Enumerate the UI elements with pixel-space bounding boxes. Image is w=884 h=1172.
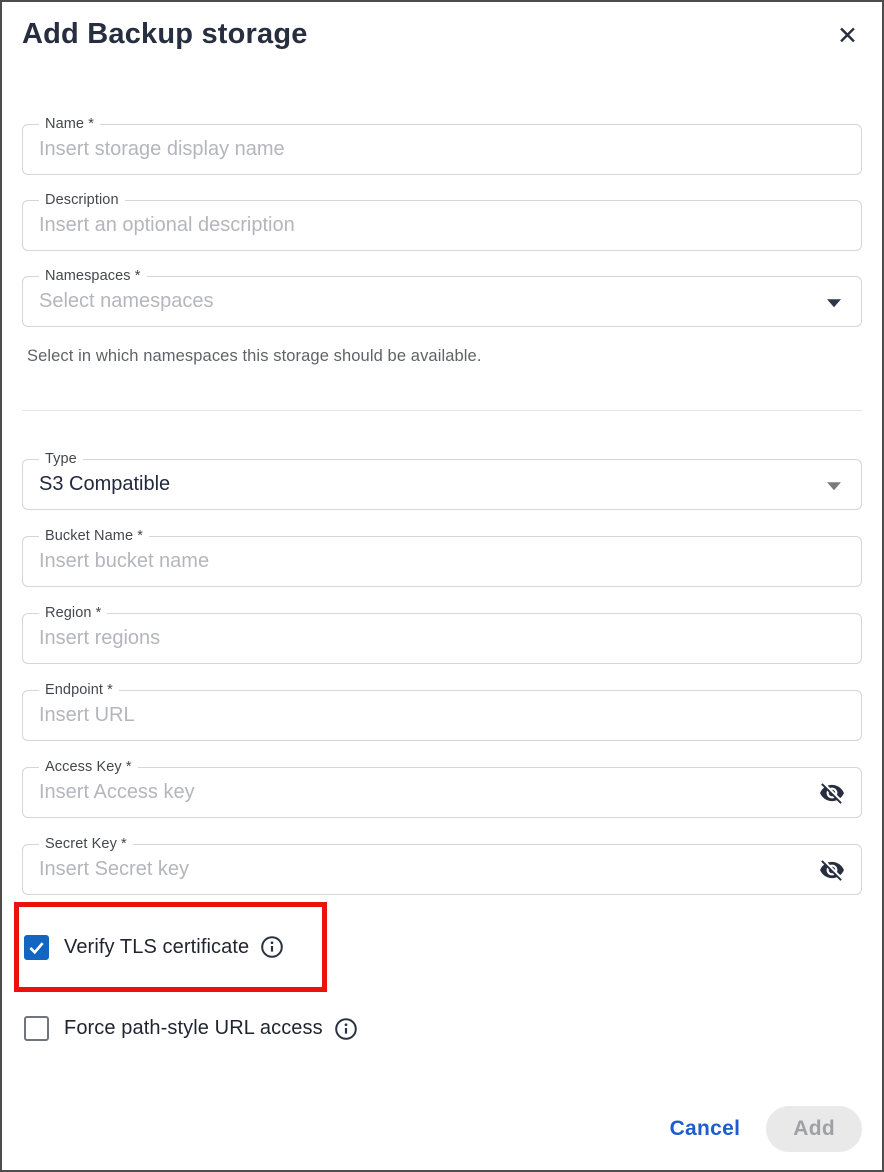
info-icon[interactable]: [334, 1017, 358, 1041]
secret-key-field: Secret Key *: [22, 844, 862, 895]
chevron-down-icon[interactable]: [827, 482, 841, 490]
verify-tls-label: Verify TLS certificate: [64, 936, 249, 959]
force-path-style-row[interactable]: Force path-style URL access: [24, 1016, 882, 1041]
endpoint-label: Endpoint *: [39, 682, 119, 698]
info-icon[interactable]: [260, 935, 284, 959]
access-key-input[interactable]: [23, 768, 861, 817]
name-field: Name *: [22, 124, 862, 175]
dialog-title: Add Backup storage: [22, 18, 308, 51]
access-key-field: Access Key *: [22, 767, 862, 818]
backup-storage-form: Name * Description Namespaces * Select i…: [2, 124, 882, 895]
endpoint-input[interactable]: [23, 691, 861, 740]
dialog-actions: Cancel Add: [670, 1106, 862, 1152]
type-field: Type: [22, 459, 862, 510]
region-label: Region *: [39, 605, 107, 621]
close-icon[interactable]: ✕: [833, 18, 862, 55]
secret-key-input[interactable]: [23, 845, 861, 894]
bucket-name-label: Bucket Name *: [39, 528, 149, 544]
type-label: Type: [39, 451, 83, 467]
section-divider: [22, 410, 862, 411]
eye-off-icon[interactable]: [817, 778, 847, 808]
access-key-label: Access Key *: [39, 759, 138, 775]
add-backup-storage-dialog: Add Backup storage ✕ Name * Description …: [0, 0, 884, 1172]
force-path-style-checkbox[interactable]: [24, 1016, 49, 1041]
name-input[interactable]: [23, 125, 861, 174]
dialog-header: Add Backup storage ✕: [2, 2, 882, 60]
bucket-name-field: Bucket Name *: [22, 536, 862, 587]
namespaces-label: Namespaces *: [39, 268, 147, 284]
type-select[interactable]: [23, 460, 861, 509]
chevron-down-icon[interactable]: [827, 299, 841, 307]
verify-tls-row[interactable]: Verify TLS certificate: [24, 935, 284, 960]
force-path-style-label: Force path-style URL access: [64, 1017, 323, 1040]
description-input[interactable]: [23, 201, 861, 250]
namespaces-helper-text: Select in which namespaces this storage …: [27, 347, 862, 366]
add-button[interactable]: Add: [766, 1106, 862, 1152]
highlight-annotation: Verify TLS certificate: [14, 902, 327, 992]
namespaces-select[interactable]: [23, 277, 861, 326]
bucket-name-input[interactable]: [23, 537, 861, 586]
description-label: Description: [39, 192, 125, 208]
namespaces-field: Namespaces *: [22, 276, 862, 327]
region-input[interactable]: [23, 614, 861, 663]
name-label: Name *: [39, 116, 100, 132]
endpoint-field: Endpoint *: [22, 690, 862, 741]
region-field: Region *: [22, 613, 862, 664]
description-field: Description: [22, 200, 862, 251]
verify-tls-checkbox[interactable]: [24, 935, 49, 960]
secret-key-label: Secret Key *: [39, 836, 133, 852]
cancel-button[interactable]: Cancel: [670, 1117, 741, 1141]
eye-off-icon[interactable]: [817, 855, 847, 885]
